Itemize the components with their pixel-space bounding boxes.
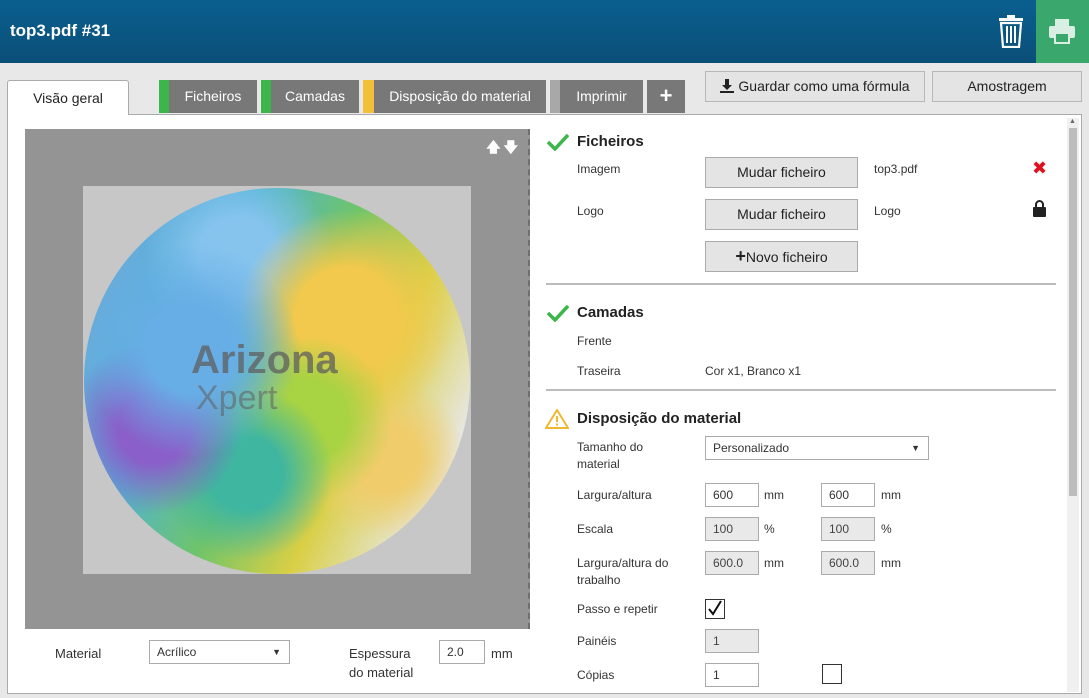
trash-icon <box>999 15 1023 49</box>
change-image-file-button[interactable]: Mudar ficheiro <box>705 157 858 188</box>
width-input[interactable]: 600 <box>705 483 759 507</box>
main-area: Visão geral Ficheiros Camadas Disposição… <box>0 63 1089 698</box>
change-logo-file-button[interactable]: Mudar ficheiro <box>705 199 858 230</box>
job-height-unit: mm <box>881 556 901 570</box>
material-size-select[interactable]: Personalizado ▼ <box>705 436 929 460</box>
caret-down-icon: ▼ <box>911 443 920 453</box>
files-section-title: Ficheiros <box>577 133 644 150</box>
overview-panel: 🡅🡇 Arizona Xpert Material Acrílico ▼ Espe… <box>7 114 1082 694</box>
panels-input: 1 <box>705 629 759 653</box>
copies-checkbox[interactable] <box>822 664 842 684</box>
tab-material-layout-label: Disposição do material <box>389 88 531 104</box>
artwork-brand-line1: Arizona <box>191 338 338 382</box>
new-file-label: Novo ficheiro <box>745 249 828 265</box>
job-width-unit: mm <box>764 556 784 570</box>
save-as-formula-label: Guardar como uma fórmula <box>738 78 910 94</box>
logo-file-name: Logo <box>874 204 901 218</box>
arrow-down-icon: 🡇 <box>503 139 521 155</box>
artwork-disc: Arizona Xpert <box>84 188 470 574</box>
app-header: top3.pdf #31 <box>0 0 1089 63</box>
flip-preview-button[interactable]: 🡅🡇 <box>486 137 521 161</box>
scrollbar-thumb[interactable] <box>1069 128 1077 496</box>
check-icon <box>547 133 569 151</box>
save-as-formula-button[interactable]: Guardar como uma fórmula <box>705 71 925 102</box>
scale-y-unit: % <box>881 522 892 536</box>
thickness-input[interactable]: 2.0 <box>439 640 485 664</box>
scale-x-unit: % <box>764 522 775 536</box>
download-icon <box>720 79 735 93</box>
divider <box>546 283 1056 285</box>
step-repeat-label: Passo e repetir <box>577 602 658 616</box>
arrow-up-icon: 🡅 <box>486 139 504 155</box>
panels-label: Painéis <box>577 634 617 648</box>
warning-icon <box>545 409 569 429</box>
thickness-label-line2: do material <box>349 665 414 680</box>
width-height-label: Largura/altura <box>577 488 652 502</box>
scale-x-input: 100 <box>705 517 759 541</box>
check-icon <box>547 304 569 322</box>
logo-label: Logo <box>577 204 604 218</box>
tab-overview[interactable]: Visão geral <box>7 80 129 115</box>
front-label: Frente <box>577 334 612 348</box>
printer-icon <box>1049 19 1075 44</box>
preview-edge <box>528 129 530 629</box>
tab-files-label: Ficheiros <box>184 88 242 104</box>
tab-status-bar <box>363 80 374 113</box>
height-input[interactable]: 600 <box>821 483 875 507</box>
height-unit: mm <box>881 488 901 502</box>
plus-icon: + <box>735 246 746 266</box>
copies-label: Cópias <box>577 668 615 682</box>
material-select-value: Acrílico <box>157 645 197 659</box>
scale-y-input: 100 <box>821 517 875 541</box>
checkmark-icon <box>708 600 722 616</box>
scale-label: Escala <box>577 522 614 536</box>
print-button[interactable] <box>1036 0 1089 63</box>
tab-status-bar <box>159 80 169 113</box>
tab-status-bar <box>261 80 271 113</box>
scrollbar[interactable]: ▲ <box>1067 118 1079 692</box>
back-label: Traseira <box>577 364 621 378</box>
job-width-input: 600.0 <box>705 551 759 575</box>
divider <box>546 389 1056 391</box>
thickness-unit: mm <box>491 646 513 661</box>
width-unit: mm <box>764 488 784 502</box>
tab-print[interactable]: Imprimir <box>550 80 643 113</box>
material-layout-section-title: Disposição do material <box>577 410 742 427</box>
tab-layers[interactable]: Camadas <box>261 80 359 113</box>
tab-layers-label: Camadas <box>285 88 345 104</box>
new-file-button[interactable]: +Novo ficheiro <box>705 241 858 272</box>
job-size-label-line2: trabalho <box>577 573 621 587</box>
tab-files[interactable]: Ficheiros <box>159 80 257 113</box>
back-layers-value: Cor x1, Branco x1 <box>705 364 802 378</box>
image-label: Imagem <box>577 162 621 176</box>
delete-job-button[interactable] <box>996 14 1026 49</box>
print-preview: 🡅🡇 Arizona Xpert <box>25 129 530 629</box>
material-sheet: Arizona Xpert <box>83 186 471 574</box>
lock-icon <box>1033 200 1046 217</box>
layers-section-title: Camadas <box>577 304 644 321</box>
material-label: Material <box>55 646 102 661</box>
material-select[interactable]: Acrílico ▼ <box>149 640 290 664</box>
remove-file-icon[interactable]: ✖ <box>1032 158 1047 179</box>
artwork-brand-line2: Xpert <box>196 379 278 417</box>
job-size-label-line1: Largura/altura do <box>577 556 669 570</box>
step-repeat-checkbox[interactable] <box>705 599 725 619</box>
sampling-button[interactable]: Amostragem <box>932 71 1082 102</box>
thickness-label-line1: Espessura <box>349 646 411 661</box>
add-tab-button[interactable]: + <box>647 80 685 113</box>
tab-material-layout[interactable]: Disposição do material <box>363 80 546 113</box>
job-title: top3.pdf #31 <box>10 21 111 40</box>
caret-down-icon: ▼ <box>272 647 281 657</box>
material-size-value: Personalizado <box>713 441 790 455</box>
image-file-name: top3.pdf <box>874 162 918 176</box>
copies-input[interactable]: 1 <box>705 663 759 687</box>
tab-status-bar <box>550 80 560 113</box>
tab-print-label: Imprimir <box>576 88 627 104</box>
material-size-label-line2: material <box>577 457 620 471</box>
job-height-input: 600.0 <box>821 551 875 575</box>
scroll-up-icon[interactable]: ▲ <box>1069 118 1076 125</box>
material-size-label-line1: Tamanho do <box>577 440 644 454</box>
